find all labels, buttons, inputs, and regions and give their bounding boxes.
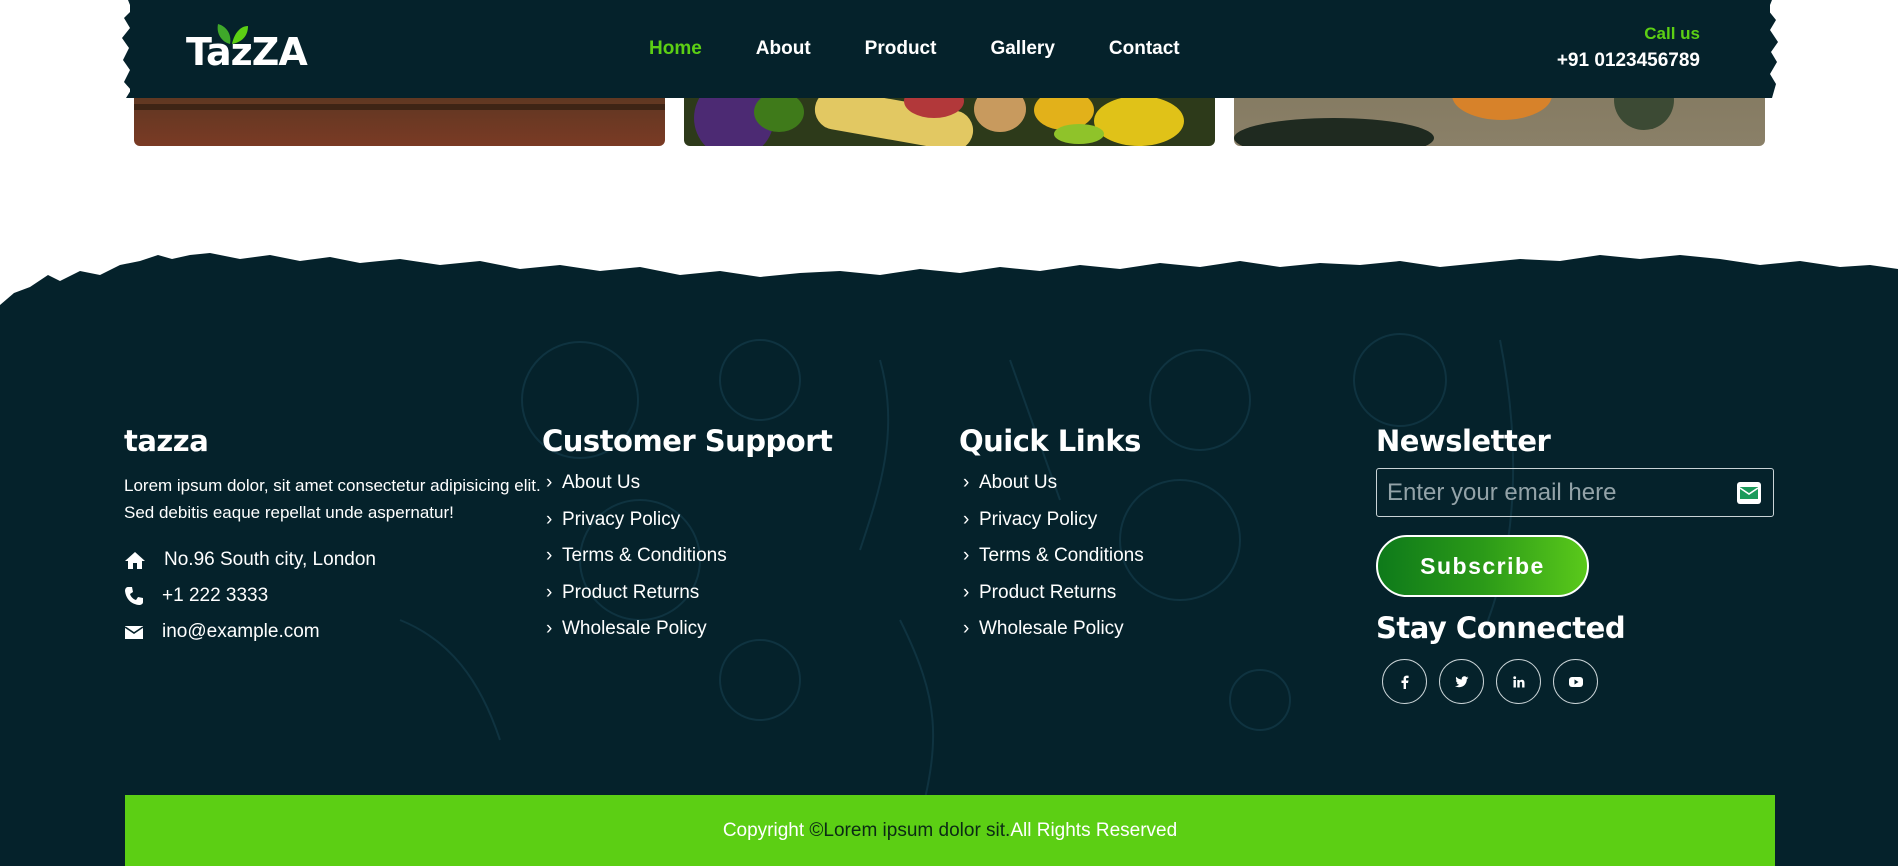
quick-link-wholesale[interactable]: › Wholesale Policy: [959, 618, 1144, 655]
footer-col-about: tazza Lorem ipsum dolor, sit amet consec…: [124, 424, 544, 650]
nav-product[interactable]: Product: [865, 38, 937, 60]
link-label: Terms & Conditions: [979, 545, 1144, 566]
twitter-icon[interactable]: [1439, 659, 1484, 704]
home-icon: [125, 552, 145, 569]
subscribe-button[interactable]: Subscribe: [1376, 535, 1589, 597]
stay-connected-title: Stay Connected: [1376, 611, 1626, 645]
newsletter-email-input[interactable]: [1377, 469, 1773, 516]
quick-title: Quick Links: [959, 424, 1141, 458]
leaf-icon: [217, 24, 248, 44]
chevron-right-icon: ›: [963, 508, 970, 530]
quick-link-about[interactable]: › About Us: [959, 472, 1144, 509]
chevron-right-icon: ›: [546, 545, 553, 566]
footer-col-newsletter: Newsletter Subscribe Stay Connected: [1376, 424, 1774, 704]
link-label: Wholesale Policy: [979, 618, 1124, 639]
nav-contact[interactable]: Contact: [1109, 38, 1180, 60]
link-label: About Us: [562, 472, 641, 493]
ragged-edge-right: [1758, 0, 1778, 98]
link-label: Wholesale Policy: [562, 618, 707, 639]
main-nav: Home About Product Gallery Contact: [649, 38, 1234, 60]
copyright-bar: Copyright ©Lorem ipsum dolor sit. All Ri…: [125, 795, 1775, 866]
copyright-suffix: All Rights Reserved: [1010, 819, 1178, 841]
youtube-icon[interactable]: [1553, 659, 1598, 704]
chevron-right-icon: ›: [546, 581, 553, 603]
quick-link-returns[interactable]: › Product Returns: [959, 582, 1144, 619]
link-label: Product Returns: [562, 581, 700, 603]
chevron-right-icon: ›: [963, 472, 970, 493]
nav-about[interactable]: About: [756, 38, 811, 60]
chevron-right-icon: ›: [963, 545, 970, 566]
address-row: No.96 South city, London: [124, 542, 544, 578]
link-label: Privacy Policy: [562, 508, 681, 530]
quick-link-terms[interactable]: › Terms & Conditions: [959, 545, 1144, 582]
footer-col-support: Customer Support › About Us › Privacy Poli…: [542, 424, 833, 655]
support-link-privacy[interactable]: › Privacy Policy: [542, 509, 832, 546]
chevron-right-icon: ›: [546, 618, 553, 639]
mail-icon: [1737, 482, 1761, 504]
phone-row: +1 222 3333: [124, 578, 544, 614]
support-title: Customer Support: [542, 424, 833, 458]
footer-col-quick: Quick Links › About Us › Privacy Policy › T…: [959, 424, 1144, 655]
chevron-right-icon: ›: [963, 581, 970, 603]
nav-home[interactable]: Home: [649, 38, 702, 60]
link-label: Product Returns: [979, 581, 1117, 603]
support-link-wholesale[interactable]: › Wholesale Policy: [542, 618, 832, 655]
copyright-prefix: Copyright: [722, 819, 810, 841]
site-header: TazZA Home About Product Gallery Contact…: [122, 0, 1778, 98]
call-us-phone[interactable]: +91 0123456789: [1557, 50, 1700, 72]
about-text: Lorem ipsum dolor, sit amet consectetur …: [124, 476, 541, 522]
chevron-right-icon: ›: [546, 472, 553, 493]
link-label: Terms & Conditions: [562, 545, 727, 566]
chevron-right-icon: ›: [546, 508, 553, 530]
email-text[interactable]: ino@example.com: [162, 621, 320, 643]
social-links: [1382, 659, 1774, 704]
email-row: ino@example.com: [124, 614, 544, 650]
support-link-terms[interactable]: › Terms & Conditions: [542, 545, 832, 582]
link-label: About Us: [979, 472, 1058, 493]
linkedin-icon[interactable]: [1496, 659, 1541, 704]
link-label: Privacy Policy: [979, 508, 1098, 530]
ragged-edge-left: [122, 0, 142, 98]
site-footer: tazza Lorem ipsum dolor, sit amet consec…: [0, 320, 1898, 866]
call-us-label: Call us: [1644, 24, 1700, 43]
phone-icon: [125, 587, 143, 605]
call-us-block: Call us +91 0123456789: [1557, 24, 1700, 72]
about-title: tazza: [124, 424, 209, 458]
phone-text: +1 222 3333: [162, 585, 269, 606]
support-links: › About Us › Privacy Policy › Terms & Condi…: [542, 472, 832, 655]
envelope-icon: [124, 626, 144, 639]
support-link-returns[interactable]: › Product Returns: [542, 582, 832, 619]
support-link-about[interactable]: › About Us: [542, 472, 832, 509]
address-text: No.96 South city, London: [164, 549, 376, 570]
quick-link-privacy[interactable]: › Privacy Policy: [959, 509, 1144, 546]
nav-gallery[interactable]: Gallery: [990, 38, 1054, 60]
newsletter-title: Newsletter: [1376, 424, 1551, 458]
quick-links: › About Us › Privacy Policy › Terms & Condi…: [959, 472, 1144, 655]
facebook-icon[interactable]: [1382, 659, 1427, 704]
copyright-owner: ©Lorem ipsum dolor sit.: [809, 819, 1011, 841]
chevron-right-icon: ›: [963, 618, 970, 639]
newsletter-email-box: [1376, 468, 1774, 517]
